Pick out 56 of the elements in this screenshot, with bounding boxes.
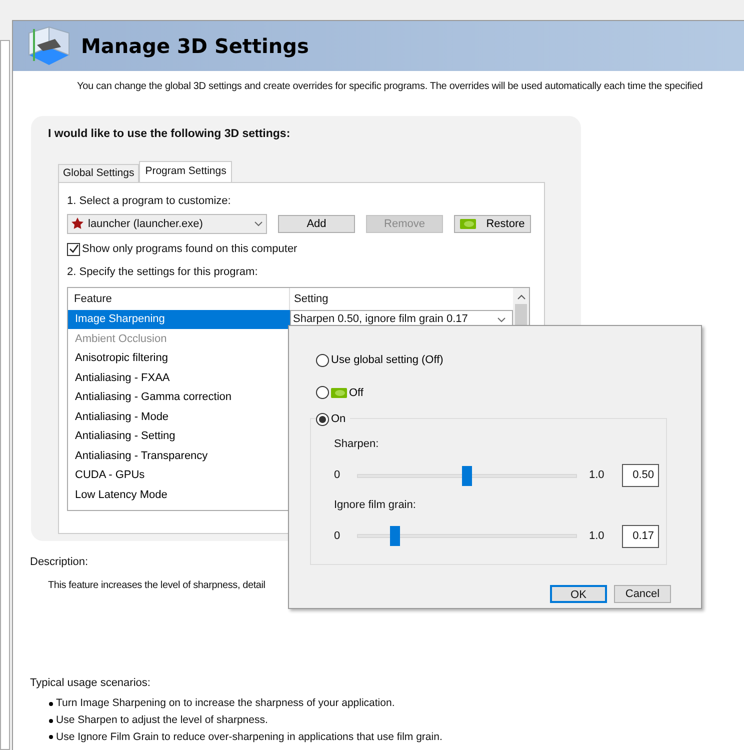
section-label: Description: [30,555,90,570]
radio-label: On [331,412,346,427]
radio-button[interactable] [316,412,329,426]
max-label: 1.0 [589,468,606,484]
action-button[interactable]: Restore [454,214,531,233]
slider-label: Ignore film grain: [334,498,417,512]
action-button[interactable]: Add [278,214,355,233]
eye-logo-icon [331,388,347,398]
usage-item: Use Sharpen to adjust the level of sharpness. [56,712,268,728]
bullet-icon [49,718,53,723]
min-label: 0 [334,528,342,544]
feature-cell[interactable]: Image Sharpening [68,310,290,330]
radio-label: Use global setting (Off) [331,353,444,368]
slider-label: Sharpen: [334,437,380,452]
radio-button[interactable] [316,386,329,400]
dialog-button[interactable]: OK [550,585,607,603]
tab[interactable]: Global Settings [58,164,140,182]
checkbox[interactable] [67,242,80,256]
scroll-thumb[interactable] [515,304,527,326]
step-label: 1. Select a program to customize: [67,194,232,210]
chevron-down-icon [254,220,263,227]
program-dropdown[interactable]: launcher (launcher.exe) [67,214,267,234]
feature-cell[interactable]: Antialiasing - Mode [68,407,290,427]
slider-thumb[interactable] [390,526,400,546]
description-text: This feature increases the level of sharpness, detail [48,578,266,592]
usage-item: Use Ignore Film Grain to reduce over-sharpening in applications that use film grain. [56,730,442,744]
eye-logo-icon [460,218,476,229]
feature-cell[interactable]: Antialiasing - Gamma correction [68,388,290,408]
feature-cell[interactable]: CUDA - GPUs [68,466,290,486]
feature-cell[interactable]: Antialiasing - Setting [68,426,290,446]
dialog-button[interactable]: Cancel [614,585,671,603]
feature-cell[interactable]: Low Latency Mode [68,485,290,505]
feature-cell[interactable]: Anisotropic filtering [68,348,290,368]
tab[interactable]: Program Settings [139,161,232,182]
max-label: 1.0 [589,528,606,544]
bullet-icon [49,702,53,706]
feature-cell[interactable]: Antialiasing - Transparency [68,446,290,466]
min-label: 0 [334,468,342,484]
value-field[interactable]: 0.50 [622,464,659,487]
feature-cell[interactable]: Antialiasing - FXAA [68,368,290,388]
bullet-icon [49,735,53,740]
step-label: 2. Specify the settings for this program: [67,265,259,280]
usage-item: Turn Image Sharpening on to increase the sharpness of your application. [56,696,395,711]
star-icon [71,217,84,230]
chevron-down-icon [497,316,506,322]
checkbox-label: Show only programs found on this computer [82,242,298,257]
panel-title: I would like to use the following 3D settings: [48,127,292,142]
intro-text: You can change the global 3D settings and create overrides for specific programs. The overrides will be used automatically each time the specified [77,80,703,94]
value-field[interactable]: 0.17 [622,524,659,548]
page-title: Manage 3D Settings [81,33,309,60]
scroll-up-icon [516,294,526,300]
column-header: Setting [293,292,328,306]
radio-button[interactable] [316,354,329,367]
radio-label: Off [349,386,364,400]
section-label: Typical usage scenarios: [30,676,152,690]
slider-thumb[interactable] [462,466,472,486]
